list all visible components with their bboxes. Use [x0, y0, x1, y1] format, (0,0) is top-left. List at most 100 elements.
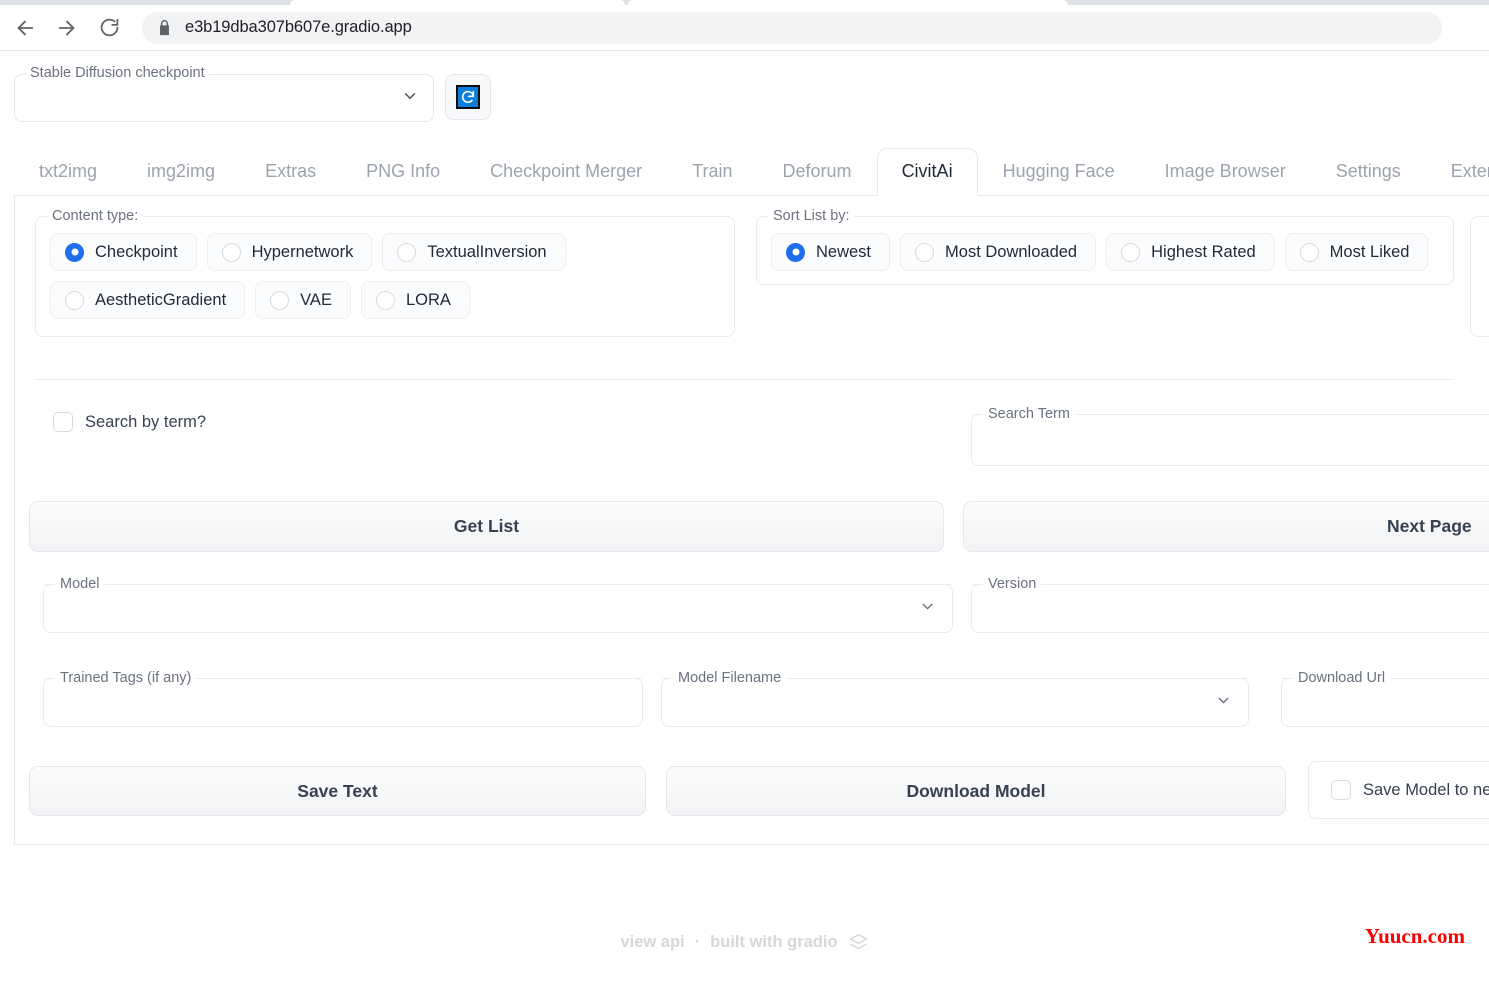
save-model-to-new-panel[interactable]: Save Model to new — [1308, 761, 1489, 819]
chevron-down-icon — [401, 87, 419, 110]
radio-label: Checkpoint — [95, 242, 178, 261]
radio-textualinversion[interactable]: TextualInversion — [382, 233, 566, 271]
refresh-icon — [456, 85, 480, 109]
radio-label: Most Downloaded — [945, 242, 1078, 261]
radio-lora[interactable]: LORA — [360, 281, 470, 319]
model-label: Model — [55, 575, 105, 593]
checkpoint-row: Stable Diffusion checkpoint — [14, 65, 491, 122]
site-watermark: Yuucn.com — [1364, 924, 1465, 948]
version-field[interactable]: Version — [971, 575, 1489, 633]
radio-most-liked[interactable]: Most Liked — [1284, 233, 1429, 271]
built-with-gradio-link[interactable]: built with gradio — [710, 933, 837, 952]
radio-checkpoint[interactable]: Checkpoint — [50, 233, 197, 271]
save-text-button[interactable]: Save Text — [29, 766, 646, 816]
download-url-field[interactable]: Download Url — [1281, 669, 1489, 727]
search-by-term-checkbox[interactable] — [53, 412, 73, 432]
browser-toolbar: e3b19dba307b607e.gradio.app — [0, 5, 1489, 51]
save-model-to-new-checkbox[interactable] — [1331, 780, 1351, 800]
content-type-group: Content type: Checkpoint Hypernetwork Te… — [35, 207, 735, 337]
radio-label: Highest Rated — [1151, 242, 1256, 261]
gradio-logo-icon — [848, 932, 869, 953]
chevron-down-icon — [1215, 692, 1232, 714]
checkpoint-label: Stable Diffusion checkpoint — [26, 65, 209, 82]
tab-checkpoint-merger[interactable]: Checkpoint Merger — [465, 148, 667, 195]
radio-most-downloaded[interactable]: Most Downloaded — [900, 233, 1097, 271]
version-label: Version — [983, 575, 1042, 593]
footer-separator: · — [694, 933, 701, 951]
radio-indicator — [221, 242, 241, 262]
search-term-field[interactable]: Search Term — [971, 405, 1489, 466]
address-bar-url: e3b19dba307b607e.gradio.app — [185, 18, 412, 36]
gradio-footer: view api · built with gradio — [0, 932, 1489, 953]
radio-indicator — [397, 242, 417, 262]
tab-deforum[interactable]: Deforum — [758, 148, 877, 195]
radio-indicator — [1121, 242, 1141, 262]
model-dropdown-field[interactable]: Model — [43, 575, 953, 633]
forward-button[interactable] — [50, 11, 84, 45]
civitai-panel: Content type: Checkpoint Hypernetwork Te… — [14, 196, 1489, 845]
back-arrow-icon — [14, 17, 36, 39]
trained-tags-label: Trained Tags (if any) — [55, 669, 197, 687]
next-page-button[interactable]: Next Page — [963, 501, 1489, 552]
search-by-term-label: Search by term? — [85, 412, 207, 431]
get-list-label: Get List — [453, 516, 520, 536]
field-topline — [972, 584, 1489, 585]
download-model-button[interactable]: Download Model — [666, 766, 1286, 816]
sort-list-group: Sort List by: Newest Most Downloaded Hig… — [756, 207, 1454, 285]
sort-list-overflow-panel — [1470, 216, 1489, 337]
browser-chrome: e3b19dba307b607e.gradio.app — [0, 0, 1489, 52]
content-type-options: Checkpoint Hypernetwork TextualInversion… — [36, 217, 734, 333]
radio-label: Most Liked — [1329, 242, 1410, 261]
search-by-term-row[interactable]: Search by term? — [53, 412, 206, 432]
reload-button[interactable] — [92, 11, 126, 45]
tab-extensions[interactable]: Extensions — [1426, 148, 1489, 195]
tab-civitai[interactable]: CivitAi — [876, 148, 978, 196]
tab-extras[interactable]: Extras — [240, 148, 341, 195]
field-topline — [44, 584, 952, 585]
tab-txt2img[interactable]: txt2img — [14, 148, 122, 195]
content-type-label: Content type: — [47, 207, 144, 225]
get-list-button[interactable]: Get List — [29, 501, 944, 552]
tab-png-info[interactable]: PNG Info — [341, 148, 465, 195]
radio-label: LORA — [405, 290, 451, 309]
model-filename-label: Model Filename — [673, 669, 787, 687]
radio-indicator — [786, 242, 805, 262]
radio-indicator — [375, 290, 395, 310]
refresh-checkpoints-button[interactable] — [445, 74, 491, 120]
download-url-label: Download Url — [1293, 669, 1391, 687]
model-filename-field[interactable]: Model Filename — [661, 669, 1249, 727]
reload-icon — [99, 17, 120, 38]
sort-list-label: Sort List by: — [768, 207, 855, 225]
sort-list-options: Newest Most Downloaded Highest Rated Mos… — [757, 217, 1453, 285]
section-divider — [35, 379, 1454, 380]
tab-settings[interactable]: Settings — [1311, 148, 1426, 195]
radio-label: AestheticGradient — [95, 290, 227, 309]
lock-icon — [158, 19, 171, 36]
forward-arrow-icon — [56, 17, 78, 39]
radio-aestheticgradient[interactable]: AestheticGradient — [50, 281, 246, 319]
radio-label: Hypernetwork — [251, 242, 354, 261]
radio-label: Newest — [816, 242, 872, 261]
tab-image-browser[interactable]: Image Browser — [1140, 148, 1311, 195]
view-api-link[interactable]: view api — [620, 933, 684, 952]
radio-label: TextualInversion — [427, 242, 547, 261]
tab-img2img[interactable]: img2img — [122, 148, 240, 195]
save-model-to-new-label: Save Model to new — [1363, 780, 1489, 799]
radio-vae[interactable]: VAE — [255, 281, 351, 319]
radio-label: VAE — [300, 290, 332, 309]
tab-hugging-face[interactable]: Hugging Face — [978, 148, 1140, 195]
trained-tags-field[interactable]: Trained Tags (if any) — [43, 669, 643, 727]
gradio-app: Stable Diffusion checkpoint txt2img img2… — [0, 52, 1489, 991]
radio-indicator — [1299, 242, 1319, 262]
main-tabs: txt2img img2img Extras PNG Info Checkpoi… — [14, 148, 1489, 196]
address-bar[interactable]: e3b19dba307b607e.gradio.app — [142, 11, 1442, 44]
radio-indicator — [65, 242, 84, 262]
radio-hypernetwork[interactable]: Hypernetwork — [206, 233, 373, 271]
radio-highest-rated[interactable]: Highest Rated — [1106, 233, 1275, 271]
tab-train[interactable]: Train — [667, 148, 757, 195]
radio-indicator — [65, 290, 84, 310]
back-button[interactable] — [8, 11, 42, 45]
chevron-down-icon — [919, 598, 936, 620]
radio-newest[interactable]: Newest — [771, 233, 891, 271]
radio-indicator — [915, 242, 935, 262]
